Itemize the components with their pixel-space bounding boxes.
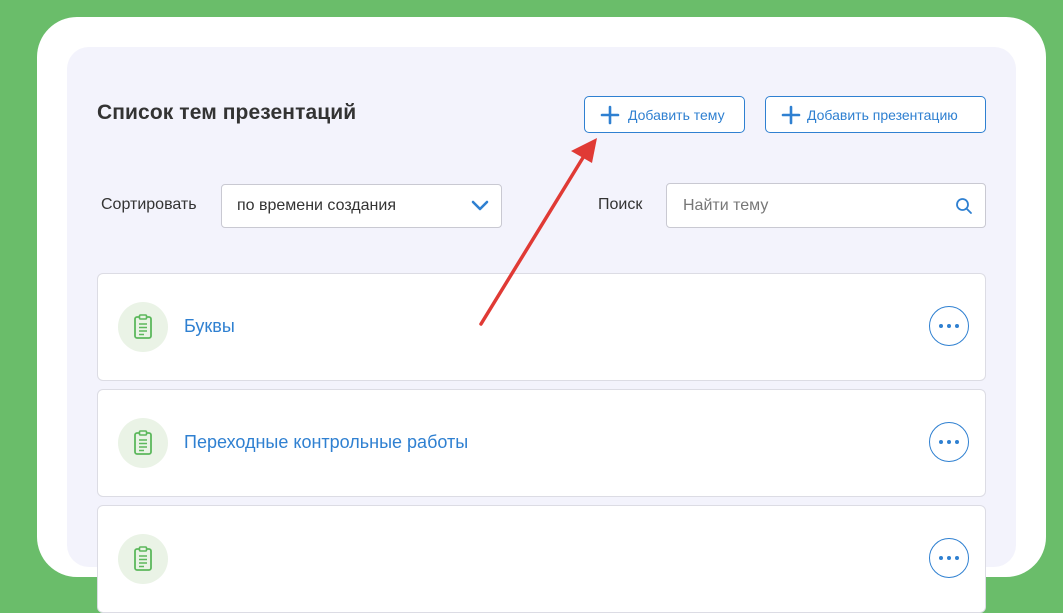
sort-label: Сортировать [101,196,197,213]
add-topic-button[interactable]: Добавить тему [584,96,745,133]
more-dots-icon [939,556,959,560]
topic-title[interactable]: Буквы [184,316,235,337]
sort-select-value: по времени создания [237,197,396,214]
document-icon [118,534,168,584]
search-label: Поиск [598,196,643,213]
more-options-button[interactable] [929,538,969,578]
topic-row[interactable] [97,505,986,613]
more-options-button[interactable] [929,422,969,462]
page-title: Список тем презентаций [97,101,357,124]
document-icon [118,418,168,468]
sort-select[interactable]: по времени создания [221,184,502,228]
topic-row[interactable]: Буквы [97,273,986,381]
add-presentation-button[interactable]: Добавить презентацию [765,96,986,133]
add-topic-label: Добавить тему [628,106,725,123]
more-options-button[interactable] [929,306,969,346]
plus-icon [780,104,802,126]
search-input[interactable] [681,195,955,216]
search-icon[interactable] [955,197,973,215]
document-icon [118,302,168,352]
more-dots-icon [939,440,959,444]
topic-row[interactable]: Переходные контрольные работы [97,389,986,497]
more-dots-icon [939,324,959,328]
search-field [666,183,986,228]
topic-title[interactable]: Переходные контрольные работы [184,432,468,453]
plus-icon [599,104,621,126]
chevron-down-icon [471,200,489,212]
add-presentation-label: Добавить презентацию [807,106,958,123]
